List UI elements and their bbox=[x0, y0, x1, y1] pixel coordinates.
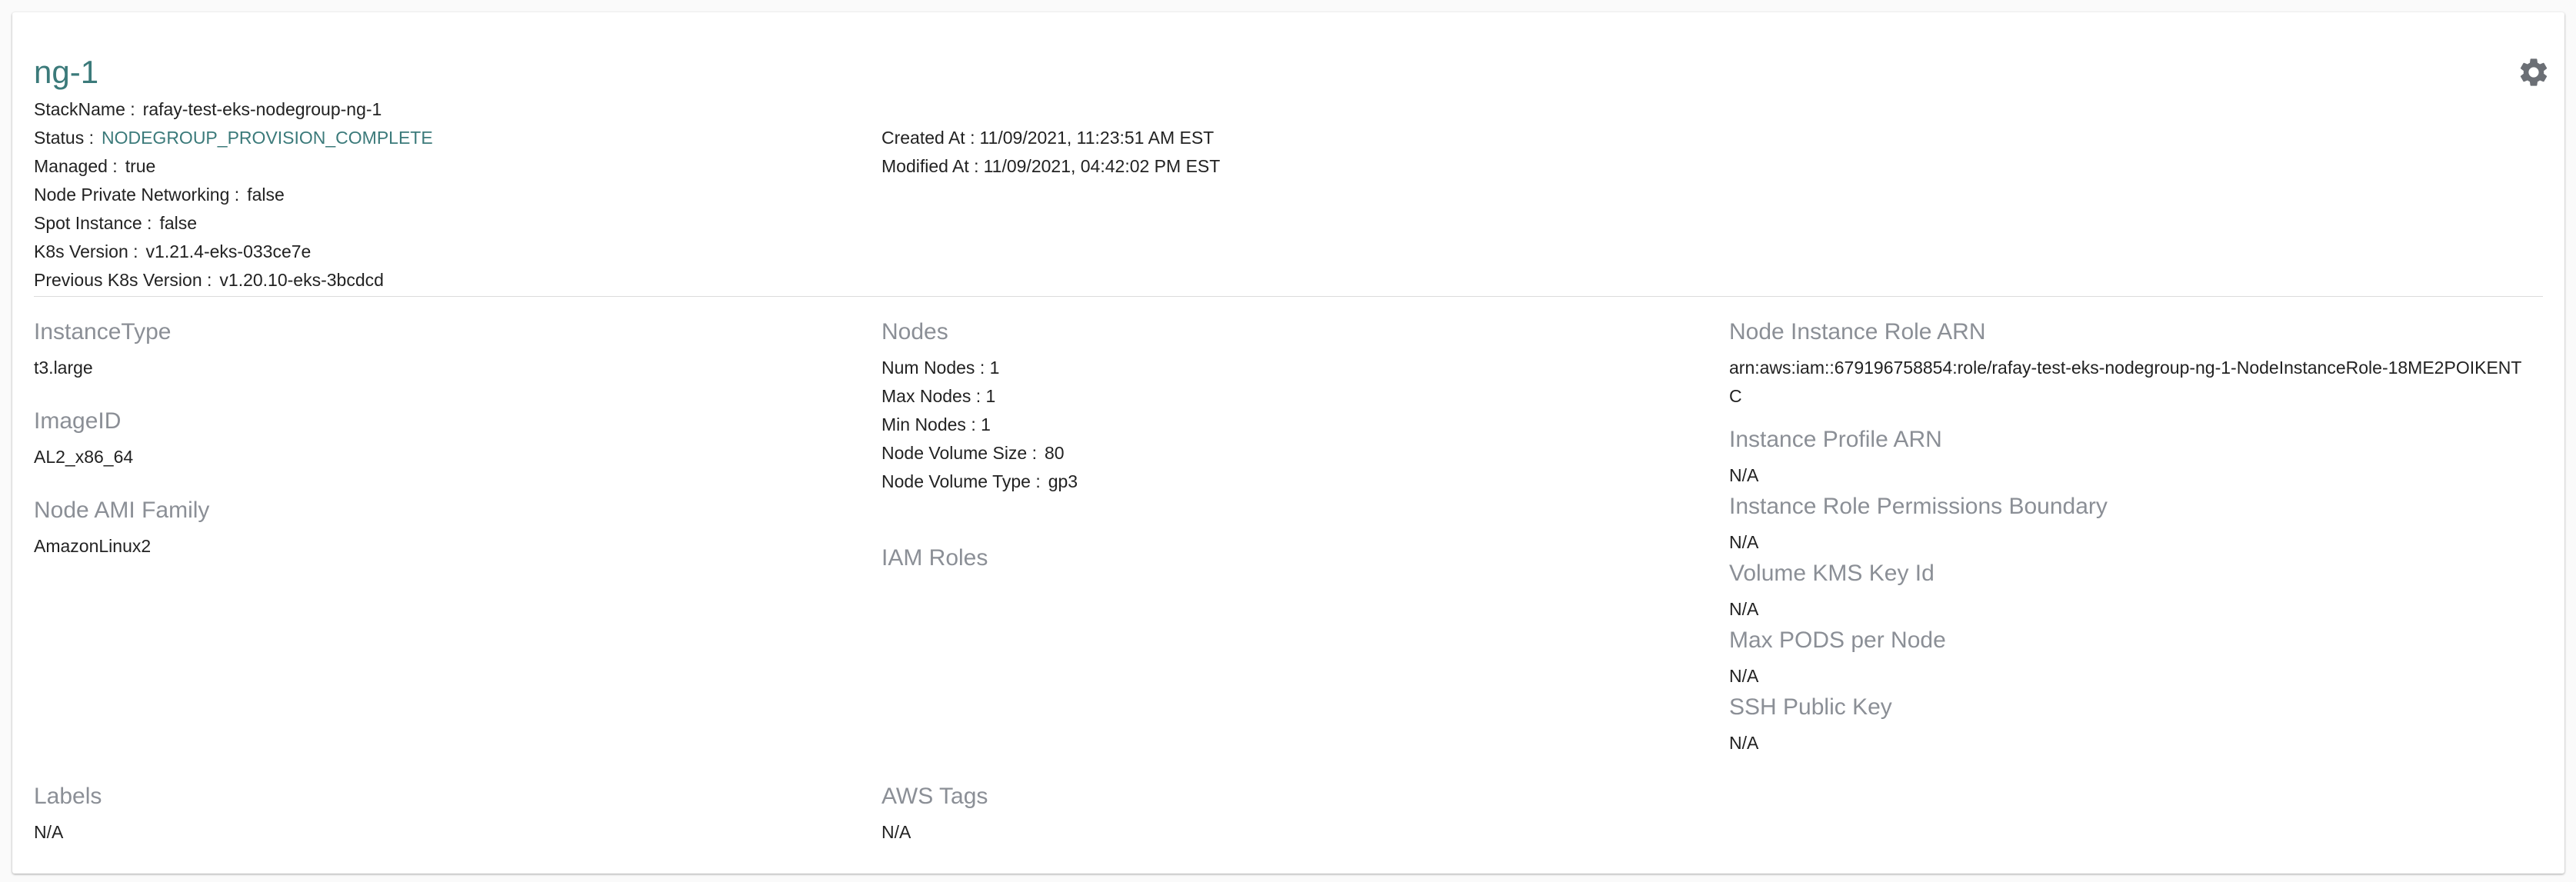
node-instance-role-arn-value: arn:aws:iam::679196758854:role/rafay-tes… bbox=[1729, 358, 2522, 406]
ssh-public-key-value: N/A bbox=[1729, 733, 1759, 753]
aws-tags-value: N/A bbox=[881, 822, 911, 842]
volume-kms-key-id-section: Volume KMS Key Id N/A bbox=[1729, 558, 1934, 624]
image-id-title: ImageID bbox=[34, 408, 122, 434]
node-volume-size-row: Node Volume Size : 80 bbox=[881, 439, 1078, 468]
status-label: Status : bbox=[34, 128, 94, 148]
node-ami-family-value: AmazonLinux2 bbox=[34, 536, 152, 556]
nodes-section: Nodes Num Nodes : 1 Max Nodes : 1 Min No… bbox=[881, 317, 1078, 496]
labels-value: N/A bbox=[34, 822, 64, 842]
instance-profile-arn-section: Instance Profile ARN N/A bbox=[1729, 424, 1942, 490]
node-instance-role-arn-title: Node Instance Role ARN bbox=[1729, 319, 1986, 344]
node-private-networking-value: false bbox=[247, 185, 285, 205]
status-row: Status : NODEGROUP_PROVISION_COMPLETE bbox=[34, 124, 433, 152]
node-private-networking-row: Node Private Networking : false bbox=[34, 181, 433, 209]
num-nodes-value: 1 bbox=[989, 358, 1000, 378]
min-nodes-value: 1 bbox=[981, 414, 991, 434]
managed-label: Managed : bbox=[34, 156, 118, 176]
node-instance-role-arn-section: Node Instance Role ARN arn:aws:iam::6791… bbox=[1729, 317, 2529, 411]
aws-tags-section: AWS Tags N/A bbox=[881, 781, 988, 847]
k8s-version-label: K8s Version : bbox=[34, 241, 138, 261]
instance-role-permissions-boundary-title: Instance Role Permissions Boundary bbox=[1729, 494, 2108, 519]
min-nodes-row: Min Nodes : 1 bbox=[881, 411, 1078, 439]
previous-k8s-version-value: v1.20.10-eks-3bcdcd bbox=[219, 270, 384, 290]
max-nodes-value: 1 bbox=[985, 386, 996, 406]
labels-section: Labels N/A bbox=[34, 781, 102, 847]
max-nodes-row: Max Nodes : 1 bbox=[881, 382, 1078, 411]
stack-name-row: StackName : rafay-test-eks-nodegroup-ng-1 bbox=[34, 95, 433, 124]
created-at-label: Created At : bbox=[881, 128, 975, 148]
node-ami-family-section: Node AMI Family AmazonLinux2 bbox=[34, 495, 209, 561]
stack-name-value: rafay-test-eks-nodegroup-ng-1 bbox=[142, 99, 382, 119]
ssh-public-key-title: SSH Public Key bbox=[1729, 694, 1892, 720]
previous-k8s-version-label: Previous K8s Version : bbox=[34, 270, 212, 290]
modified-at-label: Modified At : bbox=[881, 156, 979, 176]
instance-type-section: InstanceType t3.large bbox=[34, 317, 171, 382]
max-pods-per-node-section: Max PODS per Node N/A bbox=[1729, 625, 1946, 691]
image-id-value: AL2_x86_64 bbox=[34, 447, 134, 467]
node-volume-size-value: 80 bbox=[1045, 443, 1065, 463]
nodegroup-title: ng-1 bbox=[34, 54, 99, 90]
divider bbox=[34, 296, 2543, 297]
iam-roles-title: IAM Roles bbox=[881, 545, 988, 571]
spot-instance-row: Spot Instance : false bbox=[34, 209, 433, 238]
stack-name-label: StackName : bbox=[34, 99, 135, 119]
num-nodes-label: Num Nodes : bbox=[881, 358, 985, 378]
max-nodes-label: Max Nodes : bbox=[881, 386, 981, 406]
max-pods-per-node-title: Max PODS per Node bbox=[1729, 627, 1946, 653]
status-value: NODEGROUP_PROVISION_COMPLETE bbox=[101, 128, 433, 148]
node-volume-size-label: Node Volume Size : bbox=[881, 443, 1038, 463]
ssh-public-key-section: SSH Public Key N/A bbox=[1729, 692, 1892, 757]
spot-instance-value: false bbox=[159, 213, 198, 233]
iam-roles-section: IAM Roles bbox=[881, 543, 988, 574]
labels-title: Labels bbox=[34, 784, 102, 809]
instance-profile-arn-value: N/A bbox=[1729, 465, 1759, 485]
instance-role-permissions-boundary-value: N/A bbox=[1729, 532, 1759, 552]
previous-k8s-version-row: Previous K8s Version : v1.20.10-eks-3bcdc… bbox=[34, 266, 433, 295]
k8s-version-row: K8s Version : v1.21.4-eks-033ce7e bbox=[34, 238, 433, 266]
created-at-value: 11/09/2021, 11:23:51 AM EST bbox=[979, 128, 1215, 148]
managed-row: Managed : true bbox=[34, 152, 433, 181]
node-ami-family-title: Node AMI Family bbox=[34, 498, 210, 523]
managed-value: true bbox=[125, 156, 156, 176]
instance-type-title: InstanceType bbox=[34, 319, 172, 344]
volume-kms-key-id-value: N/A bbox=[1729, 599, 1759, 619]
nodegroup-info: StackName : rafay-test-eks-nodegroup-ng-1… bbox=[34, 95, 433, 295]
k8s-version-value: v1.21.4-eks-033ce7e bbox=[145, 241, 312, 261]
max-pods-per-node-value: N/A bbox=[1729, 666, 1759, 686]
node-private-networking-label: Node Private Networking : bbox=[34, 185, 240, 205]
instance-role-permissions-boundary-section: Instance Role Permissions Boundary N/A bbox=[1729, 491, 2108, 557]
spot-instance-label: Spot Instance : bbox=[34, 213, 152, 233]
timestamps: Created At :11/09/2021, 11:23:51 AM EST … bbox=[881, 124, 1220, 181]
min-nodes-label: Min Nodes : bbox=[881, 414, 976, 434]
nodegroup-card: ng-1 StackName : rafay-test-eks-nodegroup… bbox=[12, 12, 2564, 874]
image-id-section: ImageID AL2_x86_64 bbox=[34, 406, 133, 471]
modified-at-row: Modified At :11/09/2021, 04:42:02 PM EST bbox=[881, 152, 1220, 181]
node-volume-type-label: Node Volume Type : bbox=[881, 471, 1041, 491]
num-nodes-row: Num Nodes : 1 bbox=[881, 354, 1078, 382]
nodes-title: Nodes bbox=[881, 319, 948, 344]
volume-kms-key-id-title: Volume KMS Key Id bbox=[1729, 561, 1934, 586]
node-volume-type-value: gp3 bbox=[1048, 471, 1078, 491]
aws-tags-title: AWS Tags bbox=[881, 784, 988, 809]
modified-at-value: 11/09/2021, 04:42:02 PM EST bbox=[983, 156, 1221, 176]
instance-type-value: t3.large bbox=[34, 358, 93, 378]
instance-profile-arn-title: Instance Profile ARN bbox=[1729, 427, 1942, 452]
node-volume-type-row: Node Volume Type : gp3 bbox=[881, 468, 1078, 496]
created-at-row: Created At :11/09/2021, 11:23:51 AM EST bbox=[881, 124, 1220, 152]
gear-icon[interactable] bbox=[2517, 55, 2551, 89]
